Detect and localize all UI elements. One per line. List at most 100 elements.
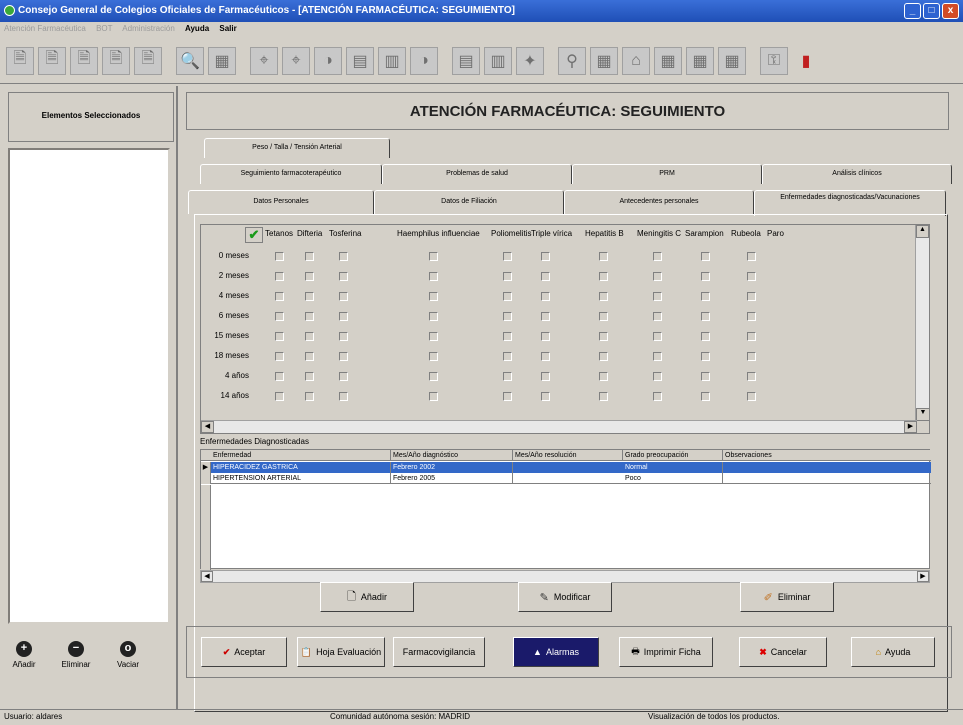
vaccine-checkbox[interactable] [275,312,284,321]
vaccine-checkbox[interactable] [701,292,710,301]
tab-enfermedades-vacunaciones[interactable]: Enfermedades diagnosticadas/Vacunaciones [754,190,946,216]
vaccine-checkbox[interactable] [339,332,348,341]
vaccine-checkbox[interactable] [305,272,314,281]
vaccine-checkbox[interactable] [599,352,608,361]
grid-icon[interactable]: ▦ [718,46,746,75]
vaccination-hscroll[interactable]: ◀ ▶ [201,420,917,433]
clear-elements-button[interactable]: o Vaciar [110,641,146,669]
table-row[interactable]: ▶ HIPERACIDEZ GASTRICA Febrero 2002 Norm… [201,462,931,473]
tab-problemas-salud[interactable]: Problemas de salud [382,164,572,184]
scroll-up-icon[interactable]: ▲ [916,225,929,238]
table-icon[interactable]: ▥ [378,46,406,75]
scroll-right-icon[interactable]: ▶ [904,421,917,433]
tab-datos-filiacion[interactable]: Datos de Filiación [374,190,564,214]
remove-element-button[interactable]: − Eliminar [58,641,94,669]
doc-icon[interactable]: 🗎 [102,46,130,75]
vaccine-checkbox[interactable] [275,292,284,301]
tab-seguimiento[interactable]: Seguimiento farmacoterapéutico [200,164,382,184]
doc-icon[interactable]: 🗎 [134,46,162,75]
vaccine-checkbox[interactable] [747,332,756,341]
search-icon[interactable]: 🔍 [176,46,204,75]
vaccine-checkbox[interactable] [503,292,512,301]
scroll-left-icon[interactable]: ◀ [201,421,214,433]
vaccine-checkbox[interactable] [701,312,710,321]
add-element-button[interactable]: + Añadir [6,641,42,669]
vaccine-checkbox[interactable] [747,272,756,281]
vaccine-checkbox[interactable] [701,252,710,261]
vaccine-checkbox[interactable] [429,332,438,341]
vaccine-checkbox[interactable] [653,392,662,401]
vaccine-checkbox[interactable] [599,272,608,281]
vaccine-checkbox[interactable] [503,372,512,381]
vaccine-checkbox[interactable] [429,352,438,361]
vaccine-checkbox[interactable] [599,312,608,321]
vaccine-checkbox[interactable] [653,272,662,281]
binoculars-icon[interactable]: ⌖ [282,46,310,75]
doc-icon[interactable]: 🗎 [70,46,98,75]
maximize-button[interactable]: □ [923,3,940,19]
vaccine-checkbox[interactable] [653,372,662,381]
tab-antecedentes[interactable]: Antecedentes personales [564,190,754,214]
vaccine-checkbox[interactable] [541,272,550,281]
tab-prm[interactable]: PRM [572,164,762,184]
alarms-button[interactable]: ▲ Alarmas [513,637,599,667]
close-button[interactable]: x [942,3,959,19]
vaccine-checkbox[interactable] [747,292,756,301]
vaccine-checkbox[interactable] [599,252,608,261]
key-icon[interactable]: ⚿ [760,46,788,75]
modify-diagnosis-button[interactable]: ✎ Modificar [518,582,612,612]
doc-icon[interactable]: 🗎 [6,46,34,75]
vaccine-checkbox[interactable] [503,352,512,361]
cancel-button[interactable]: ✖ Cancelar [739,637,827,667]
vaccine-checkbox[interactable] [339,292,348,301]
table-icon[interactable]: ▥ [484,46,512,75]
grid-icon[interactable]: ▦ [590,46,618,75]
delete-diagnosis-button[interactable]: ✐ Eliminar [740,582,834,612]
vaccine-checkbox[interactable] [541,372,550,381]
check-all-icon[interactable]: ✔ [245,227,263,243]
accept-button[interactable]: ✔ Aceptar [201,637,287,667]
vaccine-checkbox[interactable] [305,312,314,321]
vaccine-checkbox[interactable] [275,272,284,281]
add-diagnosis-button[interactable]: 🗋 Añadir [320,582,414,612]
vaccine-checkbox[interactable] [541,352,550,361]
vaccine-checkbox[interactable] [747,392,756,401]
grid-icon[interactable]: ▦ [654,46,682,75]
scroll-left-icon[interactable]: ◀ [201,571,213,582]
vaccine-checkbox[interactable] [653,312,662,321]
vaccine-checkbox[interactable] [701,352,710,361]
vaccine-checkbox[interactable] [599,372,608,381]
vaccine-checkbox[interactable] [653,252,662,261]
vaccine-checkbox[interactable] [701,332,710,341]
vaccine-checkbox[interactable] [429,272,438,281]
vaccine-checkbox[interactable] [339,252,348,261]
vaccine-checkbox[interactable] [653,332,662,341]
scroll-down-icon[interactable]: ▼ [916,408,930,421]
vaccine-checkbox[interactable] [541,292,550,301]
vaccine-checkbox[interactable] [305,292,314,301]
vaccine-checkbox[interactable] [599,392,608,401]
pill-icon[interactable]: ◑ [410,46,438,75]
table-row[interactable]: HIPERTENSION ARTERIAL Febrero 2005 Poco [201,473,931,484]
menu-ayuda[interactable]: Ayuda [185,24,209,33]
house-icon[interactable]: ⌂ [622,46,650,75]
tab-analisis-clinicos[interactable]: Análisis clínicos [762,164,952,184]
vaccine-checkbox[interactable] [503,392,512,401]
vaccine-checkbox[interactable] [339,372,348,381]
evaluation-sheet-button[interactable]: 📋 Hoja Evaluación [297,637,385,667]
help-button[interactable]: ⌂ Ayuda [851,637,935,667]
vaccine-checkbox[interactable] [541,332,550,341]
vaccine-checkbox[interactable] [305,372,314,381]
vaccine-checkbox[interactable] [701,392,710,401]
vaccine-checkbox[interactable] [429,392,438,401]
minimize-button[interactable]: _ [904,3,921,19]
pharmacovigilance-button[interactable]: Farmacovigilancia [393,637,485,667]
vaccination-vscroll[interactable]: ▲ ▼ [915,225,930,421]
vaccine-checkbox[interactable] [339,272,348,281]
vaccine-checkbox[interactable] [599,292,608,301]
doc-icon[interactable]: 🗎 [38,46,66,75]
vaccine-checkbox[interactable] [339,352,348,361]
tab-peso-talla[interactable]: Peso / Talla / Tensión Arterial [204,138,390,158]
vaccine-checkbox[interactable] [275,372,284,381]
vaccine-checkbox[interactable] [503,252,512,261]
